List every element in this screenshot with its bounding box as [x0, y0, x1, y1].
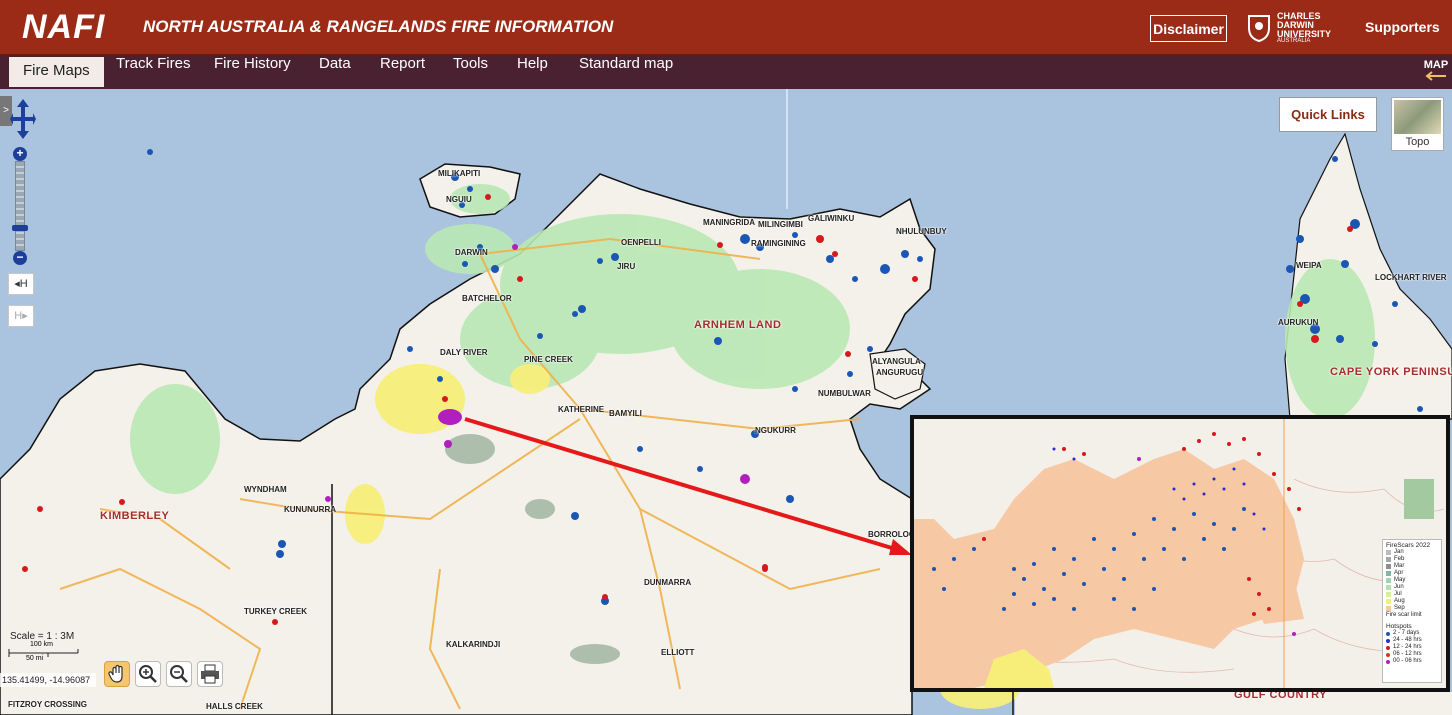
place-label: HALLS CREEK [206, 702, 263, 711]
place-label: WYNDHAM [244, 485, 287, 494]
place-label: TURKEY CREEK [244, 607, 307, 616]
nav-fire-maps[interactable]: Fire Maps [9, 57, 104, 87]
place-label: GALIWINKU [808, 214, 855, 223]
place-label: NUMBULWAR [818, 389, 871, 398]
history-back-button[interactable]: ◂H [8, 273, 34, 295]
legend-hotspot: 00 - 06 hrs [1386, 658, 1438, 665]
zoom-bar[interactable]: + − [12, 147, 28, 265]
legend-month: Jul [1386, 591, 1438, 598]
place-label: WEIPA [1296, 261, 1322, 270]
place-label: ELLIOTT [661, 648, 695, 657]
place-label: DUNMARRA [644, 578, 692, 587]
region-label: ARNHEM LAND [694, 319, 782, 331]
place-label: ALYANGULA [872, 357, 921, 366]
cursor-coordinates: 135.41499, -14.96087 [0, 673, 96, 687]
place-label: NGUIU [446, 195, 472, 204]
supporters-link[interactable]: Supporters [1365, 19, 1440, 35]
legend-month: Feb [1386, 556, 1438, 563]
print-button[interactable] [197, 661, 223, 687]
legend-month: May [1386, 577, 1438, 584]
legend-firescars-title: FireScars 2022 [1386, 542, 1431, 549]
site-title: NORTH AUSTRALIA & RANGELANDS FIRE INFORM… [143, 17, 614, 36]
place-label: KUNUNURRA [284, 505, 336, 514]
printer-icon [201, 664, 219, 684]
disclaimer-button[interactable]: Disclaimer [1150, 15, 1227, 42]
place-label: MANINGRIDA [703, 218, 755, 227]
legend-month: Apr [1386, 570, 1438, 577]
place-label: AURUKUN [1278, 318, 1319, 327]
place-label: MILINGIMBI [758, 220, 803, 229]
region-label: KIMBERLEY [100, 510, 170, 522]
legend-month: Sep [1386, 605, 1438, 612]
cdu-emblem-icon [1248, 15, 1270, 42]
legend-hotspot: 06 - 12 hrs [1386, 651, 1438, 658]
site-header: NAFI NORTH AUSTRALIA & RANGELANDS FIRE I… [0, 0, 1452, 55]
scale-km: 100 km [30, 641, 53, 648]
nav-data[interactable]: Data [319, 55, 351, 89]
fire-detail-inset: FireScars 2022 Jan Feb Mar Apr May Jun J… [910, 415, 1450, 692]
quick-links-button[interactable]: Quick Links [1279, 97, 1377, 132]
inset-fire-scar-green [1404, 479, 1434, 519]
main-nav: Fire Maps Track Fires Fire History Data … [0, 55, 1452, 89]
nav-standard-map[interactable]: Standard map [579, 55, 673, 89]
scale-mi: 50 mi [26, 655, 44, 662]
place-label: NGUKURR [755, 426, 796, 435]
region-label: CAPE YORK PENINSULA [1330, 366, 1452, 378]
zoom-in-button[interactable]: + [13, 147, 27, 161]
place-label: FITZROY CROSSING [8, 700, 87, 709]
place-label: LOCKHART RIVER [1375, 273, 1447, 282]
place-label: PINE CREEK [524, 355, 573, 364]
legend-hotspot: 24 - 48 hrs [1386, 637, 1438, 644]
cdu-subtitle: AUSTRALIA [1277, 38, 1311, 44]
history-forward-button[interactable]: H▸ [8, 305, 34, 327]
zoom-track[interactable] [15, 161, 25, 251]
topo-label: Topo [1405, 136, 1430, 148]
place-label: BAMYILI [609, 409, 642, 418]
arrow-left-icon [1425, 71, 1446, 81]
inset-canvas [914, 419, 1446, 688]
nav-tools[interactable]: Tools [453, 55, 488, 89]
map-switch-button[interactable]: MAP [1422, 60, 1450, 86]
zoom-out-icon [170, 665, 188, 683]
cdu-name: CHARLES DARWIN UNIVERSITY [1277, 11, 1332, 39]
zoom-in-tool-button[interactable] [135, 661, 161, 687]
place-label: KALKARINDJI [446, 640, 501, 649]
cdu-logo[interactable]: CHARLES DARWIN UNIVERSITY AUSTRALIA [1247, 12, 1347, 44]
place-label: ANGURUGU [876, 368, 924, 377]
legend-hotspots-title: Hotspots [1386, 623, 1412, 630]
pan-tool-button[interactable] [104, 661, 130, 687]
place-label: MILIKAPITI [438, 169, 481, 178]
topo-basemap-button[interactable]: Topo [1391, 97, 1444, 151]
zoom-out-button[interactable]: − [13, 251, 27, 265]
nav-help[interactable]: Help [517, 55, 548, 89]
hand-icon [108, 664, 123, 683]
fire-map[interactable]: MILIKAPITI NGUIU DARWIN BATCHELOR DALY R… [0, 89, 1452, 715]
legend-month: Aug [1386, 598, 1438, 605]
topo-thumbnail [1394, 100, 1441, 134]
place-label: DARWIN [455, 248, 488, 257]
place-label: RAMINGINING [751, 239, 806, 248]
legend-month: Jan [1386, 549, 1438, 556]
inset-legend: FireScars 2022 Jan Feb Mar Apr May Jun J… [1382, 539, 1442, 683]
legend-limit: Fire scar limit [1386, 612, 1422, 618]
place-label: KATHERINE [558, 405, 605, 414]
place-label: NHULUNBUY [896, 227, 947, 236]
legend-hotspot: 2 - 7 days [1386, 630, 1438, 637]
pan-control-icon[interactable] [10, 97, 36, 141]
nav-track-fires[interactable]: Track Fires [116, 55, 190, 89]
nafi-logo[interactable]: NAFI [22, 8, 105, 47]
legend-hotspot: 12 - 24 hrs [1386, 644, 1438, 651]
place-label: BATCHELOR [462, 294, 512, 303]
place-label: DALY RIVER [440, 348, 488, 357]
place-label: OENPELLI [621, 238, 662, 247]
nav-fire-history[interactable]: Fire History [214, 55, 291, 89]
legend-month: Jun [1386, 584, 1438, 591]
place-label: JIRU [617, 262, 636, 271]
zoom-slider-handle[interactable] [12, 225, 28, 231]
scale-bar: 100 km 50 mi [8, 641, 80, 665]
nav-report[interactable]: Report [380, 55, 425, 89]
zoom-in-icon [139, 665, 157, 683]
zoom-out-tool-button[interactable] [166, 661, 192, 687]
legend-month: Mar [1386, 563, 1438, 570]
